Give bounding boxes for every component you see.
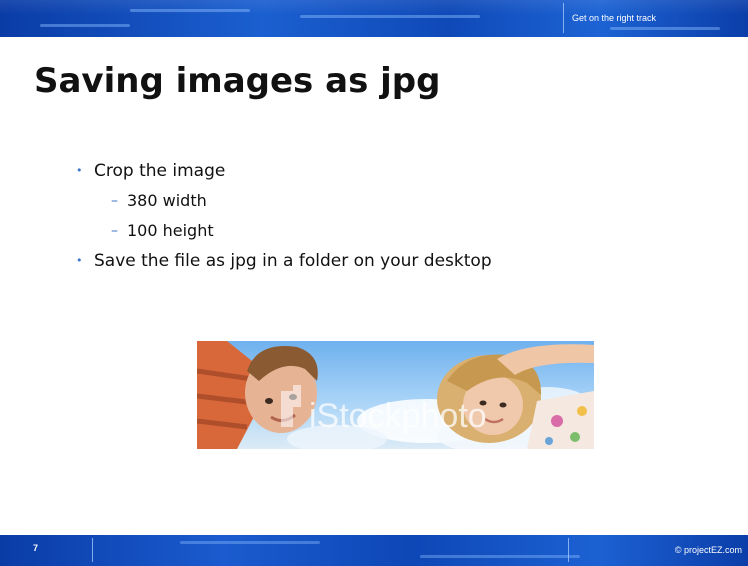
header-band: Get on the right track — [0, 0, 748, 37]
footer-band: 7 © projectEZ.com — [0, 535, 748, 566]
bullet-text: Crop the image — [94, 161, 226, 181]
sub-bullet-item: – 380 width — [70, 186, 492, 216]
children-photo: iStockphoto — [197, 341, 594, 449]
bullet-dash-icon: – — [111, 223, 118, 239]
header-divider — [563, 3, 564, 33]
bullet-text: Save the file as jpg in a folder on your… — [94, 251, 492, 271]
slide: Get on the right track Saving images as … — [0, 0, 748, 566]
bullet-dot-icon: • — [76, 254, 83, 267]
sub-bullet-item: – 100 height — [70, 216, 492, 246]
bullet-list: • Crop the image – 380 width – 100 heigh… — [70, 156, 492, 276]
sub-bullet-text: 100 height — [127, 221, 214, 240]
sub-bullet-text: 380 width — [127, 191, 207, 210]
footer-divider — [92, 538, 93, 562]
bullet-dot-icon: • — [76, 164, 83, 177]
bullet-item: • Save the file as jpg in a folder on yo… — [70, 246, 492, 276]
page-number: 7 — [33, 543, 39, 553]
footer-divider — [568, 538, 569, 562]
bullet-item: • Crop the image — [70, 156, 492, 186]
slide-title: Saving images as jpg — [34, 61, 441, 101]
copyright-text: © projectEZ.com — [674, 545, 742, 555]
bullet-dash-icon: – — [111, 193, 118, 209]
header-tagline: Get on the right track — [572, 13, 657, 23]
watermark-text: iStockphoto — [309, 397, 487, 435]
